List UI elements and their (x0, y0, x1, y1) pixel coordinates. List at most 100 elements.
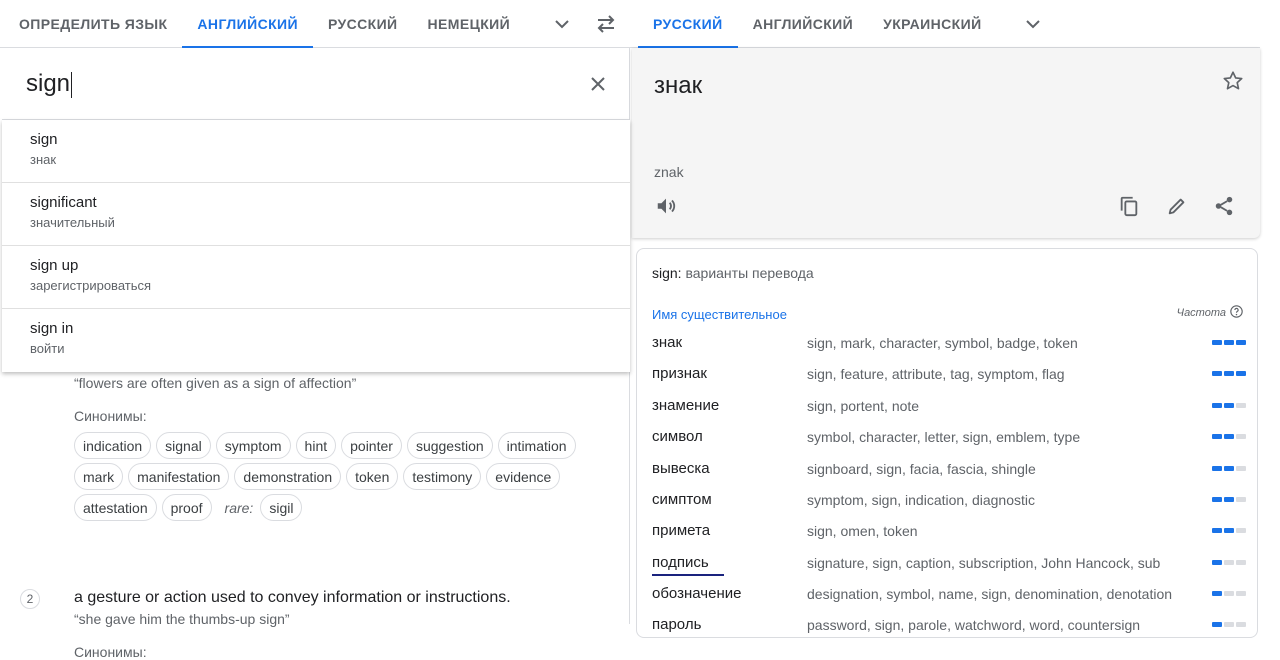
variant-word[interactable]: знамение (652, 397, 719, 414)
suggestion-source: sign (30, 131, 58, 148)
frequency-bars (1212, 434, 1246, 439)
variant-synonyms: symbol, character, letter, sign, emblem,… (807, 429, 1081, 445)
variant-row: симптом symptom, sign, indication, diagno… (652, 491, 1246, 522)
tab-target-ukrainian[interactable]: УКРАИНСКИЙ (868, 0, 996, 48)
variant-row: пароль password, sign, parole, watchword,… (652, 616, 1246, 647)
synonym-chip[interactable]: evidence (486, 463, 561, 490)
chevron-down-icon[interactable] (541, 0, 582, 48)
synonym-chip-rare[interactable]: sigil (260, 494, 303, 521)
chevron-down-icon[interactable] (1009, 0, 1057, 48)
frequency-bar (1212, 371, 1222, 376)
synonym-chip[interactable]: proof (161, 494, 212, 521)
frequency-bar (1212, 560, 1222, 565)
variants-title-rest: варианты перевода (681, 265, 814, 281)
variant-word[interactable]: симптом (652, 491, 712, 508)
synonym-chip[interactable]: attestation (74, 494, 157, 521)
variant-row: вывеска signboard, sign, facia, fascia, s… (652, 460, 1246, 491)
suggestion-source: sign in (30, 320, 74, 337)
variant-word[interactable]: обозначение (652, 585, 741, 602)
synonyms-label: Синонимы: (74, 644, 147, 660)
definition-number: 2 (20, 589, 40, 609)
share-icon[interactable] (1210, 192, 1238, 220)
clear-icon[interactable] (584, 70, 612, 98)
frequency-bar (1236, 371, 1246, 376)
source-text-input[interactable]: sign (2, 48, 630, 120)
variant-synonyms: signboard, sign, facia, fascia, shingle (807, 461, 1036, 477)
synonym-chip[interactable]: manifestation (128, 463, 230, 490)
variant-synonyms: signature, sign, caption, subscription, … (807, 555, 1161, 571)
edit-icon[interactable] (1163, 192, 1191, 220)
tab-target-russian[interactable]: РУССКИЙ (638, 0, 738, 48)
frequency-bar (1236, 560, 1246, 565)
suggestion-item[interactable]: significant значительный (2, 183, 630, 246)
frequency-bars (1212, 560, 1246, 565)
target-language-tabs: РУССКИЙ АНГЛИЙСКИЙ УКРАИНСКИЙ (630, 0, 1057, 48)
variant-row: примета sign, omen, token (652, 522, 1246, 553)
tab-target-english[interactable]: АНГЛИЙСКИЙ (738, 0, 869, 48)
synonym-chip[interactable]: hint (295, 432, 337, 459)
text-caret (71, 71, 73, 98)
suggestion-source: sign up (30, 257, 79, 274)
frequency-bar (1212, 497, 1222, 502)
variant-word[interactable]: знак (652, 334, 682, 351)
variant-word[interactable]: символ (652, 428, 703, 445)
tab-source-russian[interactable]: РУССКИЙ (313, 0, 413, 48)
synonym-chip[interactable]: demonstration (234, 463, 342, 490)
copy-icon[interactable] (1115, 192, 1143, 220)
frequency-bar (1236, 434, 1246, 439)
synonym-chip[interactable]: pointer (341, 432, 402, 459)
frequency-bar (1224, 560, 1234, 565)
suggestion-source: significant (30, 194, 97, 211)
synonym-chip[interactable]: token (346, 463, 399, 490)
speaker-icon[interactable] (652, 192, 680, 220)
suggestion-item[interactable]: sign знак (2, 120, 630, 183)
variant-synonyms: sign, portent, note (807, 398, 920, 414)
suggestion-translation: значительный (30, 215, 115, 230)
variant-row: обозначение designation, symbol, name, si… (652, 585, 1246, 616)
star-icon[interactable] (1222, 70, 1244, 97)
variant-synonyms: designation, symbol, name, sign, denomin… (807, 586, 1173, 602)
frequency-bar (1236, 622, 1246, 627)
frequency-bars (1212, 466, 1246, 471)
synonym-chip[interactable]: suggestion (406, 432, 493, 459)
help-icon[interactable] (1230, 305, 1243, 321)
frequency-bar (1224, 340, 1234, 345)
frequency-header: Частота (1177, 305, 1243, 321)
frequency-bars (1212, 497, 1246, 502)
tab-source-english[interactable]: АНГЛИЙСКИЙ (182, 0, 313, 48)
variant-word[interactable]: примета (652, 522, 710, 539)
frequency-bar (1224, 403, 1234, 408)
synonym-chip[interactable]: mark (74, 463, 124, 490)
translation-output: знак znak (632, 48, 1260, 238)
variant-word[interactable]: подпись (652, 554, 724, 576)
synonyms-label: Синонимы: (74, 408, 147, 424)
frequency-bar (1236, 466, 1246, 471)
variant-word[interactable]: признак (652, 365, 707, 382)
suggestion-item[interactable]: sign up зарегистрироваться (2, 246, 630, 309)
definition-example: “flowers are often given as a sign of af… (74, 375, 357, 391)
suggestion-translation: знак (30, 152, 57, 167)
variants-title-word: sign: (652, 265, 682, 281)
synonym-chip[interactable]: testimony (403, 463, 482, 490)
synonym-chip[interactable]: signal (156, 432, 211, 459)
frequency-bar (1236, 403, 1246, 408)
frequency-bar (1212, 591, 1222, 596)
frequency-bar (1212, 340, 1222, 345)
rare-label: rare: (224, 499, 254, 516)
language-bar: ОПРЕДЕЛИТЬ ЯЗЫК АНГЛИЙСКИЙ РУССКИЙ НЕМЕЦ… (0, 0, 1260, 48)
variant-synonyms: symptom, sign, indication, diagnostic (807, 492, 1035, 508)
tab-detect-language[interactable]: ОПРЕДЕЛИТЬ ЯЗЫК (4, 0, 182, 48)
variant-word[interactable]: пароль (652, 616, 701, 633)
suggestion-item[interactable]: sign in войти (2, 309, 630, 372)
synonym-chip[interactable]: intimation (497, 432, 576, 459)
frequency-bar (1224, 434, 1234, 439)
synonym-chip[interactable]: indication (74, 432, 152, 459)
swap-languages-icon[interactable] (582, 0, 630, 47)
variant-word[interactable]: вывеска (652, 460, 710, 477)
synonym-chip[interactable]: symptom (215, 432, 291, 459)
tab-source-german[interactable]: НЕМЕЦКИЙ (413, 0, 526, 48)
source-text-value[interactable]: sign (26, 70, 73, 98)
variant-row: подпись signature, sign, caption, subscri… (652, 554, 1246, 585)
frequency-bar (1224, 497, 1234, 502)
frequency-bar (1236, 340, 1246, 345)
